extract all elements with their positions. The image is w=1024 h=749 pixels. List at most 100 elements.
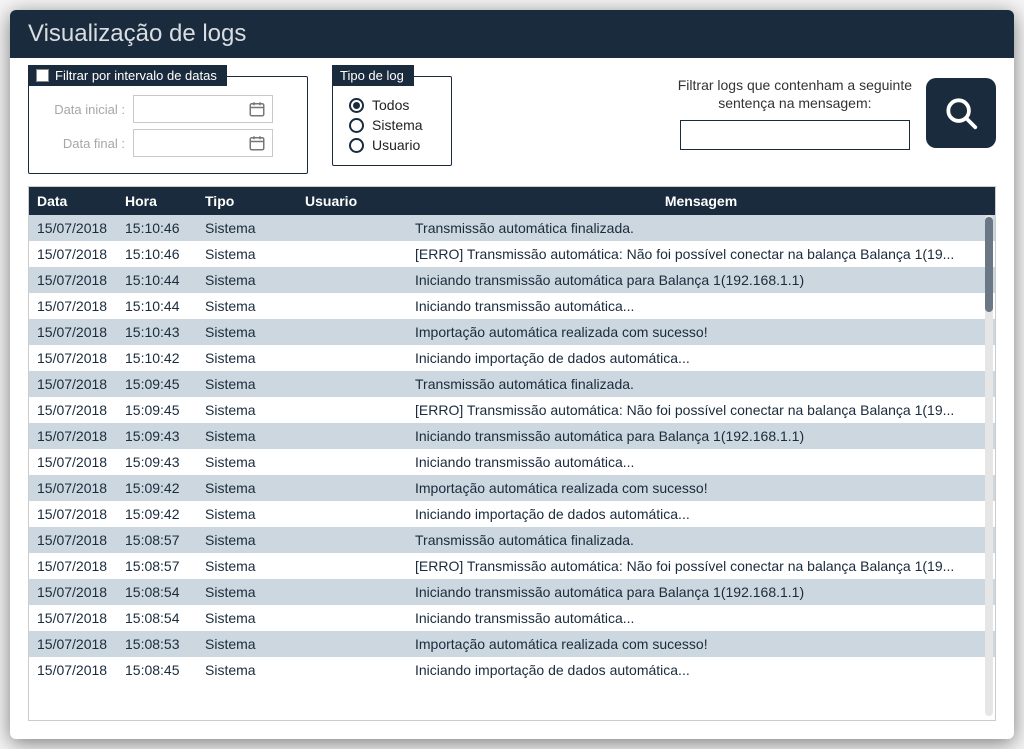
table-row[interactable]: 15/07/201815:09:45Sistema [ERRO] Transmis…	[29, 397, 995, 423]
cell-hora: 15:09:45	[117, 397, 197, 423]
cell-data: 15/07/2018	[29, 345, 117, 371]
table-row[interactable]: 15/07/201815:09:42SistemaImportação auto…	[29, 475, 995, 501]
log-table: Data Hora Tipo Usuario Mensagem 15/07/20…	[29, 187, 995, 683]
cell-data: 15/07/2018	[29, 605, 117, 631]
cell-tipo: Sistema	[197, 579, 297, 605]
cell-data: 15/07/2018	[29, 267, 117, 293]
cell-mensagem: Iniciando transmissão automática para Ba…	[407, 579, 995, 605]
cell-tipo: Sistema	[197, 527, 297, 553]
cell-data: 15/07/2018	[29, 501, 117, 527]
cell-data: 15/07/2018	[29, 371, 117, 397]
table-row[interactable]: 15/07/201815:09:45SistemaTransmissão aut…	[29, 371, 995, 397]
cell-data: 15/07/2018	[29, 215, 117, 241]
scrollbar-thumb[interactable]	[985, 217, 993, 312]
col-hora[interactable]: Hora	[117, 187, 197, 215]
radio-usuario[interactable]: Usuario	[349, 135, 435, 155]
table-row[interactable]: 15/07/201815:08:57SistemaTransmissão aut…	[29, 527, 995, 553]
radio-label: Sistema	[372, 117, 423, 133]
cell-hora: 15:09:42	[117, 475, 197, 501]
table-row[interactable]: 15/07/201815:10:46SistemaTransmissão aut…	[29, 215, 995, 241]
cell-usuario	[297, 449, 407, 475]
radio-outer-icon	[349, 118, 364, 133]
cell-tipo: Sistema	[197, 319, 297, 345]
cell-usuario	[297, 267, 407, 293]
cell-data: 15/07/2018	[29, 319, 117, 345]
date-filter-checkbox[interactable]	[36, 69, 49, 82]
cell-mensagem: Importação automática realizada com suce…	[407, 475, 995, 501]
message-filter: Filtrar logs que contenham a seguinte se…	[678, 76, 996, 150]
table-row[interactable]: 15/07/201815:09:43SistemaIniciando trans…	[29, 423, 995, 449]
titlebar: Visualização de logs	[10, 10, 1014, 58]
cell-data: 15/07/2018	[29, 423, 117, 449]
cell-usuario	[297, 319, 407, 345]
end-date-label: Data final :	[45, 136, 125, 151]
table-row[interactable]: 15/07/201815:10:44SistemaIniciando trans…	[29, 293, 995, 319]
cell-hora: 15:08:54	[117, 579, 197, 605]
scrollbar[interactable]	[985, 215, 993, 716]
table-row[interactable]: 15/07/201815:10:43SistemaImportação auto…	[29, 319, 995, 345]
radio-todos[interactable]: Todos	[349, 95, 435, 115]
cell-mensagem: Iniciando transmissão automática para Ba…	[407, 267, 995, 293]
cell-mensagem: Iniciando transmissão automática para Ba…	[407, 423, 995, 449]
radio-outer-icon	[349, 138, 364, 153]
radio-label: Usuario	[372, 137, 420, 153]
msg-filter-label-2: sentença na mensagem:	[678, 94, 912, 112]
radio-sistema[interactable]: Sistema	[349, 115, 435, 135]
msg-filter-label-1: Filtrar logs que contenham a seguinte	[678, 76, 912, 94]
table-row[interactable]: 15/07/201815:10:44SistemaIniciando trans…	[29, 267, 995, 293]
col-data[interactable]: Data	[29, 187, 117, 215]
cell-tipo: Sistema	[197, 423, 297, 449]
table-row[interactable]: 15/07/201815:09:42SistemaIniciando impor…	[29, 501, 995, 527]
cell-tipo: Sistema	[197, 631, 297, 657]
cell-usuario	[297, 501, 407, 527]
type-radio-group: Todos Sistema Usuario	[349, 95, 435, 155]
cell-tipo: Sistema	[197, 293, 297, 319]
cell-data: 15/07/2018	[29, 397, 117, 423]
cell-usuario	[297, 553, 407, 579]
radio-label: Todos	[372, 97, 409, 113]
cell-hora: 15:08:57	[117, 553, 197, 579]
cell-mensagem: [ERRO] Transmissão automática: Não foi p…	[407, 397, 995, 423]
table-row[interactable]: 15/07/201815:10:46Sistema[ERRO] Transmis…	[29, 241, 995, 267]
cell-mensagem: Importação automática realizada com suce…	[407, 631, 995, 657]
cell-mensagem: Transmissão automática finalizada.	[407, 215, 995, 241]
cell-data: 15/07/2018	[29, 579, 117, 605]
cell-hora: 15:09:45	[117, 371, 197, 397]
cell-hora: 15:10:43	[117, 319, 197, 345]
start-date-input[interactable]	[133, 95, 273, 123]
table-row[interactable]: 15/07/201815:08:57Sistema[ERRO] Transmis…	[29, 553, 995, 579]
cell-data: 15/07/2018	[29, 657, 117, 683]
cell-usuario	[297, 475, 407, 501]
message-filter-input[interactable]	[680, 120, 910, 150]
date-filter-legend: Filtrar por intervalo de datas	[28, 65, 227, 86]
table-row[interactable]: 15/07/201815:08:54Sistema Iniciando trans…	[29, 579, 995, 605]
cell-data: 15/07/2018	[29, 631, 117, 657]
cell-hora: 15:10:42	[117, 345, 197, 371]
table-row[interactable]: 15/07/201815:10:42SistemaIniciando impor…	[29, 345, 995, 371]
cell-hora: 15:10:44	[117, 293, 197, 319]
cell-tipo: Sistema	[197, 475, 297, 501]
cell-tipo: Sistema	[197, 345, 297, 371]
cell-hora: 15:08:57	[117, 527, 197, 553]
cell-hora: 15:10:44	[117, 267, 197, 293]
col-tipo[interactable]: Tipo	[197, 187, 297, 215]
col-mensagem[interactable]: Mensagem	[407, 187, 995, 215]
type-filter-group: Tipo de log TodosSistemaUsuario	[332, 76, 452, 166]
cell-usuario	[297, 423, 407, 449]
table-header-row: Data Hora Tipo Usuario Mensagem	[29, 187, 995, 215]
cell-tipo: Sistema	[197, 501, 297, 527]
table-row[interactable]: 15/07/201815:08:54SistemaIniciando trans…	[29, 605, 995, 631]
table-row[interactable]: 15/07/201815:09:43SistemaIniciando trans…	[29, 449, 995, 475]
cell-tipo: Sistema	[197, 215, 297, 241]
col-usuario[interactable]: Usuario	[297, 187, 407, 215]
cell-tipo: Sistema	[197, 397, 297, 423]
log-table-container: Data Hora Tipo Usuario Mensagem 15/07/20…	[28, 186, 996, 721]
cell-usuario	[297, 579, 407, 605]
cell-hora: 15:10:46	[117, 241, 197, 267]
end-date-input[interactable]	[133, 129, 273, 157]
table-row[interactable]: 15/07/201815:08:45SistemaIniciando impor…	[29, 657, 995, 683]
table-row[interactable]: 15/07/201815:08:53SistemaImportação auto…	[29, 631, 995, 657]
search-button[interactable]	[926, 78, 996, 148]
cell-tipo: Sistema	[197, 371, 297, 397]
date-filter-legend-text: Filtrar por intervalo de datas	[55, 68, 217, 83]
